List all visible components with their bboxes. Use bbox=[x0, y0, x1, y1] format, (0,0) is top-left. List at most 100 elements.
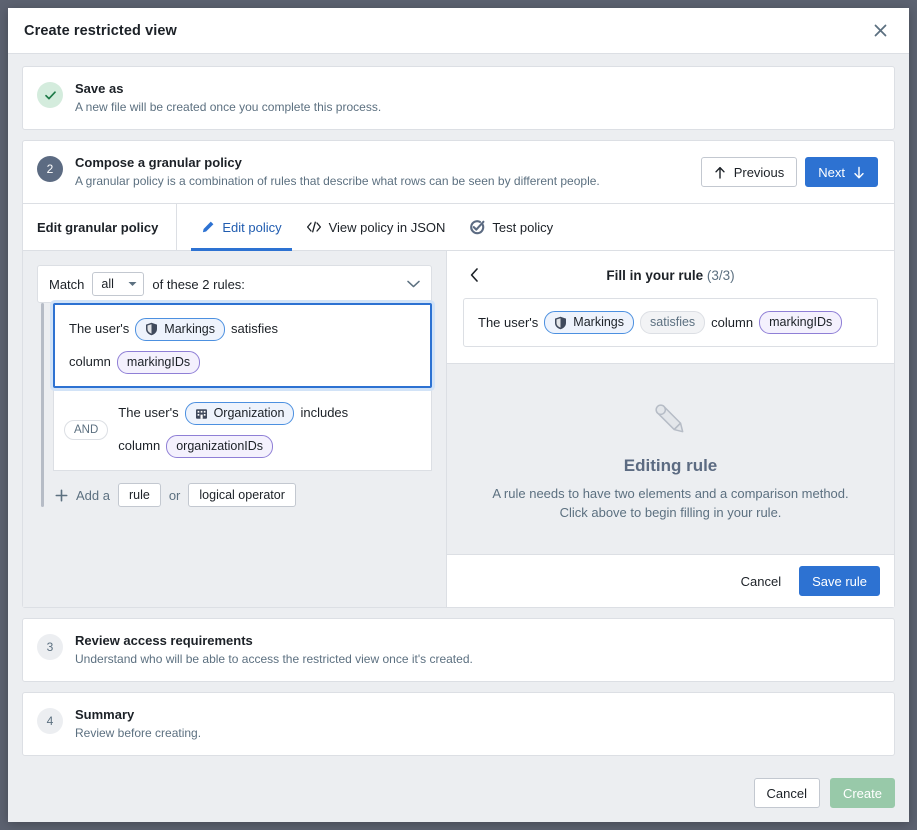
dialog-titlebar: Create restricted view bbox=[8, 8, 909, 54]
chevron-down-icon[interactable] bbox=[407, 280, 420, 288]
dialog-cancel-button[interactable]: Cancel bbox=[753, 778, 820, 808]
step-desc-1: A new file will be created once you comp… bbox=[75, 100, 382, 114]
step-header: Save as A new file will be created once … bbox=[23, 67, 894, 129]
step-title-4: Summary bbox=[75, 707, 135, 722]
match-mode-select[interactable]: all bbox=[92, 272, 145, 296]
rule-1-prefix: The user's bbox=[69, 321, 130, 336]
rule-line-2: column markingIDs bbox=[69, 350, 416, 374]
rule-detail-comparison-chip[interactable]: satisfies bbox=[640, 311, 706, 334]
step-text-4: Summary Review before creating. bbox=[75, 707, 878, 741]
arrow-up-icon bbox=[714, 166, 725, 179]
rule-2-column-chip[interactable]: organizationIDs bbox=[166, 434, 274, 458]
tab-test-policy[interactable]: Test policy bbox=[459, 204, 563, 250]
rules-pane: Match all of these 2 rules: The user's M… bbox=[23, 251, 447, 607]
step-title-1: Save as bbox=[75, 81, 124, 96]
save-rule-button[interactable]: Save rule bbox=[799, 566, 880, 596]
rule-1-column-chip[interactable]: markingIDs bbox=[116, 350, 201, 374]
rule-1-column-label: markingIDs bbox=[126, 354, 191, 369]
shield-icon bbox=[146, 322, 158, 336]
next-button[interactable]: Next bbox=[805, 157, 878, 187]
step-text-3: Review access requirements Understand wh… bbox=[75, 633, 878, 667]
step-desc-3: Understand who will be able to access th… bbox=[75, 652, 473, 666]
add-rule-button[interactable]: rule bbox=[117, 483, 161, 507]
step-header-4: 4 Summary Review before creating. bbox=[23, 693, 894, 755]
step-header-2: 2 Compose a granular policy A granular p… bbox=[23, 141, 894, 203]
step-title-3: Review access requirements bbox=[75, 633, 253, 648]
pencil-icon bbox=[201, 220, 215, 234]
dialog-cancel-label: Cancel bbox=[766, 785, 807, 801]
previous-label: Previous bbox=[733, 164, 785, 180]
rule-detail-comparison-label: satisfies bbox=[650, 315, 696, 329]
step-header-3: 3 Review access requirements Understand … bbox=[23, 619, 894, 681]
rule-card-organization[interactable]: AND The user's Organization includes col… bbox=[53, 388, 432, 471]
logical-operator-badge[interactable]: AND bbox=[64, 419, 109, 440]
step-card-save-as[interactable]: Save as A new file will be created once … bbox=[22, 66, 895, 130]
empty-state-heading: Editing rule bbox=[623, 455, 718, 475]
rule-2-prefix: The user's bbox=[118, 405, 179, 420]
tab-edit-policy[interactable]: Edit policy bbox=[191, 204, 292, 251]
add-prefix-label: Add a bbox=[76, 487, 110, 503]
add-rule-row: Add a rule or logical operator bbox=[53, 471, 432, 507]
tab-view-policy-json[interactable]: View policy in JSON bbox=[296, 204, 456, 250]
shield-icon bbox=[555, 316, 567, 329]
rule-detail-empty-state: Editing rule A rule needs to have two el… bbox=[447, 364, 894, 554]
step-2-actions: Previous Next bbox=[700, 155, 878, 187]
pencil-illustration-icon bbox=[648, 397, 694, 446]
create-restricted-view-dialog: Create restricted view Save as A new fil… bbox=[8, 8, 909, 822]
tab-list: Edit policy View policy in JSON Test pol… bbox=[177, 204, 563, 251]
rule-detail-title: Fill in your rule (3/3) bbox=[463, 268, 878, 283]
rule-2-column-prefix: column bbox=[118, 438, 161, 453]
rule-detail-line: The user's Markings satisfies column mar… bbox=[478, 311, 863, 334]
step-marker-4: 4 bbox=[37, 708, 63, 734]
tab-view-policy-json-label: View policy in JSON bbox=[328, 219, 446, 235]
rule-1-column-prefix: column bbox=[69, 354, 111, 369]
rule-detail-footer: Cancel Save rule bbox=[447, 554, 894, 607]
rule-detail-pane: Fill in your rule (3/3) The user's Marki… bbox=[447, 251, 894, 607]
dialog-title: Create restricted view bbox=[24, 22, 177, 39]
rule-cancel-button[interactable]: Cancel bbox=[733, 566, 789, 596]
rules-list: The user's Markings satisfies column mar… bbox=[53, 303, 432, 507]
rule-2-line-2: column organizationIDs bbox=[118, 434, 417, 458]
rule-2-attribute-label: Organization bbox=[213, 405, 285, 420]
step-desc-4: Review before creating. bbox=[75, 726, 202, 740]
step-card-review-access[interactable]: 3 Review access requirements Understand … bbox=[22, 618, 895, 682]
tab-test-policy-label: Test policy bbox=[492, 219, 554, 235]
next-label: Next bbox=[818, 164, 845, 180]
rule-1-attribute-chip[interactable]: Markings bbox=[135, 317, 226, 341]
rule-line-1: The user's Markings satisfies bbox=[69, 317, 416, 341]
step-marker-1 bbox=[37, 82, 63, 108]
rule-detail-title-text: Fill in your rule bbox=[606, 267, 704, 283]
step-card-compose-policy: 2 Compose a granular policy A granular p… bbox=[22, 140, 895, 608]
rule-card-markings[interactable]: The user's Markings satisfies column mar… bbox=[53, 303, 432, 388]
rule-detail-column-chip[interactable]: markingIDs bbox=[759, 311, 843, 334]
step-card-summary[interactable]: 4 Summary Review before creating. bbox=[22, 692, 895, 756]
dialog-footer: Cancel Create bbox=[8, 770, 909, 822]
match-prefix: Match bbox=[49, 276, 85, 292]
dialog-create-button[interactable]: Create bbox=[829, 778, 895, 808]
rule-detail-prefix: The user's bbox=[478, 315, 539, 330]
rule-2-line-1: The user's Organization includes bbox=[118, 401, 417, 425]
step-marker-3: 3 bbox=[37, 634, 63, 660]
code-icon bbox=[306, 220, 322, 234]
rule-2-attribute-chip[interactable]: Organization bbox=[184, 401, 295, 425]
rule-2-column-label: organizationIDs bbox=[176, 438, 264, 453]
rules-guide-line bbox=[41, 303, 44, 507]
step-text-2: Compose a granular policy A granular pol… bbox=[75, 155, 701, 189]
plus-icon bbox=[55, 489, 68, 502]
match-bar: Match all of these 2 rules: bbox=[37, 265, 432, 303]
save-rule-label: Save rule bbox=[812, 573, 867, 589]
previous-button[interactable]: Previous bbox=[700, 157, 798, 187]
rule-1-comparison: satisfies bbox=[231, 321, 278, 336]
rules-list-wrapper: The user's Markings satisfies column mar… bbox=[37, 303, 432, 507]
policy-editor: Match all of these 2 rules: The user's M… bbox=[23, 250, 894, 607]
rule-detail-step-count: (3/3) bbox=[706, 267, 735, 283]
rule-detail-attribute-chip[interactable]: Markings bbox=[544, 311, 635, 334]
rule-detail-box: The user's Markings satisfies column mar… bbox=[463, 298, 878, 347]
add-logical-operator-button[interactable]: logical operator bbox=[188, 483, 296, 507]
rule-1-attribute-label: Markings bbox=[164, 321, 216, 336]
close-button[interactable] bbox=[867, 18, 893, 44]
match-mode-value: all bbox=[101, 277, 114, 291]
rule-2-comparison: includes bbox=[300, 405, 349, 420]
tab-edit-policy-label: Edit policy bbox=[222, 219, 282, 235]
step-title-2: Compose a granular policy bbox=[75, 155, 242, 170]
